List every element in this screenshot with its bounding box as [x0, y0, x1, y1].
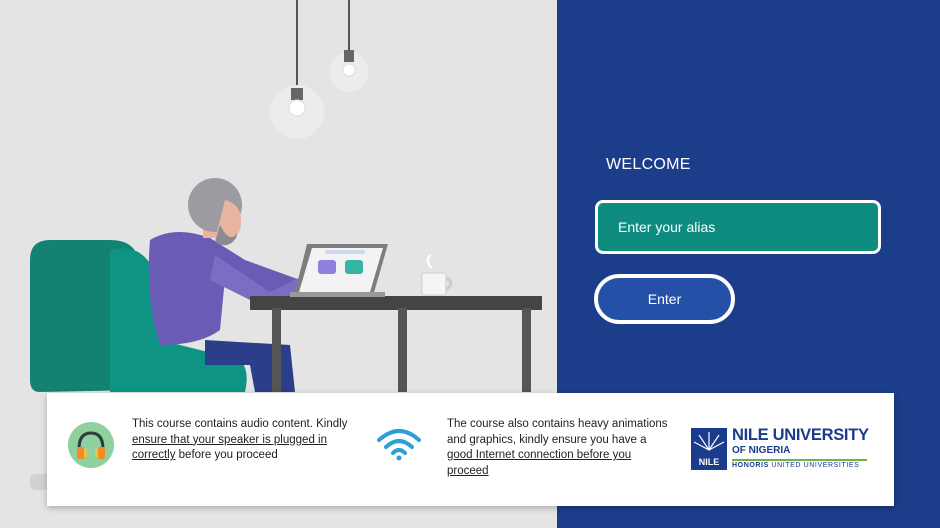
network-notice-emphasis: good Internet connection before you proc…: [447, 449, 632, 477]
logo-emblem-text: NILE: [699, 457, 720, 467]
logo-name: NILE UNIVERSITY: [732, 426, 869, 444]
logo-tagline-rest: UNITED UNIVERSITIES: [768, 462, 860, 469]
logo-subtitle: OF NIGERIA: [732, 445, 791, 456]
audio-notice-text: This course contains audio content. Kind…: [132, 418, 348, 430]
sunburst-emblem-icon: NILE: [691, 428, 727, 470]
nile-university-logo: NILE NILE UNIVERSITY OF NIGERIA HONORIS …: [691, 426, 871, 474]
audio-notice-end: before you proceed: [175, 449, 278, 461]
logo-divider: [732, 459, 867, 461]
headphones-icon: [68, 422, 114, 468]
network-notice-text: The course also contains heavy animation…: [447, 418, 668, 446]
wifi-icon: [377, 429, 421, 461]
logo-tagline-bold: HONORIS: [732, 462, 769, 469]
welcome-heading: WELCOME: [606, 156, 691, 173]
network-notice: The course also contains heavy animation…: [447, 417, 672, 479]
audio-notice: This course contains audio content. Kind…: [132, 417, 367, 464]
enter-button[interactable]: Enter: [594, 274, 735, 324]
logo-tagline: HONORIS UNITED UNIVERSITIES: [732, 462, 859, 469]
alias-input[interactable]: [595, 200, 881, 254]
